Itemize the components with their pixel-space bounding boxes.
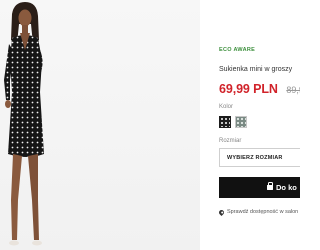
color-swatch-black-polka-dot[interactable] <box>219 116 231 128</box>
old-price: 89,99 <box>286 85 300 95</box>
eco-aware-badge: ECO AWARE <box>219 47 256 53</box>
color-label: Kolor <box>219 104 234 110</box>
price-row: 69,99 PLN 89,99 <box>219 80 300 98</box>
size-label: Rozmiar <box>219 138 242 144</box>
check-store-availability-link[interactable]: Sprawdź dostępność w salon <box>219 208 299 216</box>
current-price: 69,99 PLN <box>219 82 278 96</box>
model-photo <box>4 2 44 246</box>
color-swatches <box>219 116 247 128</box>
product-image[interactable] <box>0 0 200 250</box>
add-to-cart-button[interactable]: Do ko <box>219 177 300 198</box>
location-pin-icon <box>219 208 226 216</box>
product-page: ECO AWARE Sukienka mini w groszy 69,99 P… <box>0 0 300 250</box>
store-availability-text: Sprawdź dostępność w salon <box>227 209 299 215</box>
size-select[interactable]: WYBIERZ ROZMIAR <box>219 148 300 167</box>
add-to-cart-label: Do ko <box>276 183 297 192</box>
size-select-placeholder: WYBIERZ ROZMIAR <box>227 154 283 161</box>
color-swatch-light-pattern[interactable] <box>235 116 247 128</box>
product-title: Sukienka mini w groszy <box>219 66 293 73</box>
product-info: ECO AWARE Sukienka mini w groszy 69,99 P… <box>219 0 300 250</box>
shopping-bag-icon <box>267 182 273 190</box>
